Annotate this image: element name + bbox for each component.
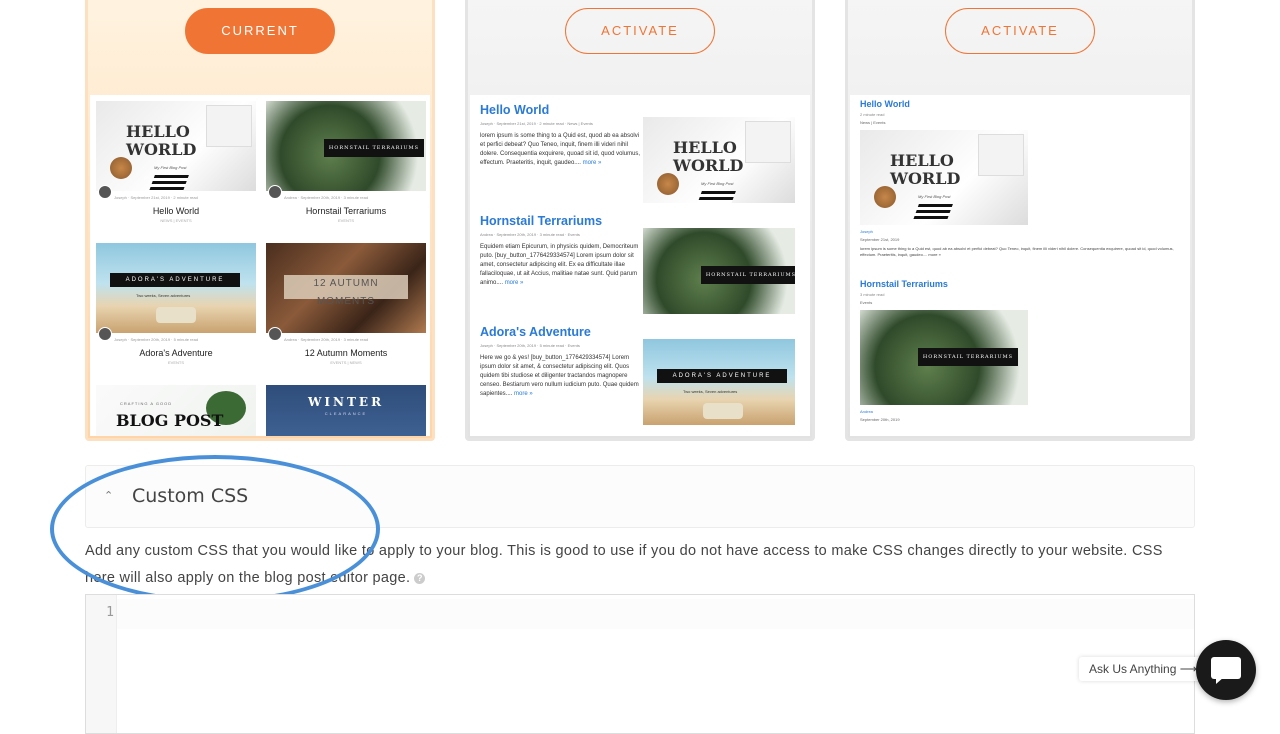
post-read-time: 3 minute read (860, 292, 885, 297)
post-image: HELLO WORLD My First Blog Post (860, 130, 1028, 225)
post-image: 12 AUTUMN MOMENTS (266, 243, 426, 333)
custom-css-editor[interactable]: 1 (85, 594, 1195, 734)
theme-preview-single[interactable]: Hello World 2 minute read News | Events … (850, 95, 1190, 436)
post-image: ADORA'S ADVENTURE Two weeks, Seven adven… (96, 243, 256, 333)
post-image: HORNSTAIL TERRARIUMS (860, 310, 1028, 405)
avatar (98, 327, 112, 341)
post-category: EVENTS (337, 218, 354, 223)
section-title: Custom CSS (132, 485, 249, 507)
grid-post-tile: HELLO WORLD My First Blog Post Joseph · … (96, 101, 256, 223)
line-number: 1 (106, 605, 114, 620)
avatar (268, 327, 282, 341)
post-image: HELLO WORLD My First Blog Post (96, 101, 256, 191)
line-number-gutter: 1 (86, 595, 117, 733)
post-excerpt: Equidem etiam Epicurum, in physicis quid… (480, 244, 639, 286)
post-title: 12 Autumn Moments (304, 348, 388, 358)
current-theme-button[interactable]: CURRENT (185, 8, 335, 54)
custom-css-description: Add any custom CSS that you would like t… (85, 543, 1163, 586)
post-meta: Andrea · September 20th, 2019 · 3 minute… (284, 195, 369, 200)
theme-card-list: ACTIVATE Hello World Joseph · September … (465, 0, 815, 441)
theme-preview-grid[interactable]: HELLO WORLD My First Blog Post Joseph · … (90, 95, 430, 436)
post-title: Hello World (860, 99, 910, 109)
theme-preview-list[interactable]: Hello World Joseph · September 21st, 201… (470, 95, 810, 436)
post-author: Andrea (860, 409, 873, 414)
post-image: HELLO WORLD My First Blog Post (643, 117, 795, 203)
single-post: Hornstail Terrariums 3 minute read Event… (860, 279, 1190, 422)
help-icon[interactable]: ? (414, 572, 426, 584)
list-post: Hornstail Terrariums Andrea · September … (480, 214, 805, 324)
custom-css-section-header[interactable]: ⌃ Custom CSS (85, 465, 1195, 528)
post-excerpt: lorem ipsum is some thing to a Quid est,… (480, 133, 641, 166)
post-date: September 21st, 2019 (860, 237, 900, 242)
list-post: Adora's Adventure Joseph · September 20t… (480, 325, 805, 435)
post-image: WINTER CLEARANCE (266, 385, 426, 436)
post-author: Joseph (860, 229, 873, 234)
post-category: NEWS | EVENTS (160, 218, 192, 223)
post-image: ADORA'S ADVENTURE Two weeks, Seven advent… (643, 339, 795, 425)
grid-post-tile: ADORA'S ADVENTURE Two weeks, Seven adven… (96, 243, 256, 365)
post-image: HORNSTAIL TERRARIUMS (643, 228, 795, 314)
post-meta: Joseph · September 21st, 2019 · 2 minute… (114, 195, 198, 200)
post-image: CRAFTING A GOOD BLOG POST (96, 385, 256, 436)
code-input[interactable] (117, 599, 1194, 629)
post-title: Hello World (152, 206, 200, 216)
chat-bubble-icon (1211, 657, 1241, 679)
grid-post-tile: WINTER CLEARANCE (266, 385, 426, 436)
post-category: EVENTS (167, 360, 184, 365)
grid-post-tile: CRAFTING A GOOD BLOG POST (96, 385, 256, 436)
ask-us-anything-label[interactable]: Ask Us Anything ⟶ (1079, 657, 1207, 681)
activate-list-theme-button[interactable]: ACTIVATE (565, 8, 715, 54)
post-category: Events (860, 300, 873, 305)
post-title: Adora's Adventure (139, 348, 213, 358)
activate-single-theme-button[interactable]: ACTIVATE (945, 8, 1095, 54)
post-category: News | Events (860, 120, 886, 125)
list-post: Hello World Joseph · September 21st, 201… (480, 103, 805, 213)
post-excerpt: lorem ipsum is some thing to a Quid est,… (860, 246, 1174, 257)
post-title: Hornstail Terrariums (305, 206, 387, 216)
single-post: Hello World 2 minute read News | Events … (860, 99, 1190, 258)
avatar (98, 185, 112, 199)
post-meta: Joseph · September 20th, 2019 · 5 minute… (114, 337, 199, 342)
post-date: September 20th, 2019 (860, 417, 900, 422)
theme-card-single: ACTIVATE Hello World 2 minute read News … (845, 0, 1195, 441)
chat-button[interactable] (1196, 640, 1256, 700)
post-title: Hornstail Terrariums (480, 214, 603, 228)
post-title: Hello World (480, 103, 550, 117)
grid-post-tile: 12 AUTUMN MOMENTS Andrea · September 20t… (266, 243, 426, 365)
post-image: HORNSTAIL TERRARIUMS (266, 101, 426, 191)
post-category: EVENTS | NEWS (330, 360, 362, 365)
post-read-time: 2 minute read (860, 112, 885, 117)
avatar (268, 185, 282, 199)
post-meta: Andrea · September 20th, 2019 · 3 minute… (284, 337, 369, 342)
theme-card-grid: CURRENT HELLO WORLD My First Blog Post J… (85, 0, 435, 441)
post-excerpt: Here we go & yes! [buy_button_1776429334… (480, 355, 639, 397)
grid-post-tile: HORNSTAIL TERRARIUMS Andrea · September … (266, 101, 426, 223)
post-title: Hornstail Terrariums (860, 279, 948, 289)
chevron-up-icon[interactable]: ⌃ (104, 489, 113, 502)
post-title: Adora's Adventure (480, 325, 591, 339)
